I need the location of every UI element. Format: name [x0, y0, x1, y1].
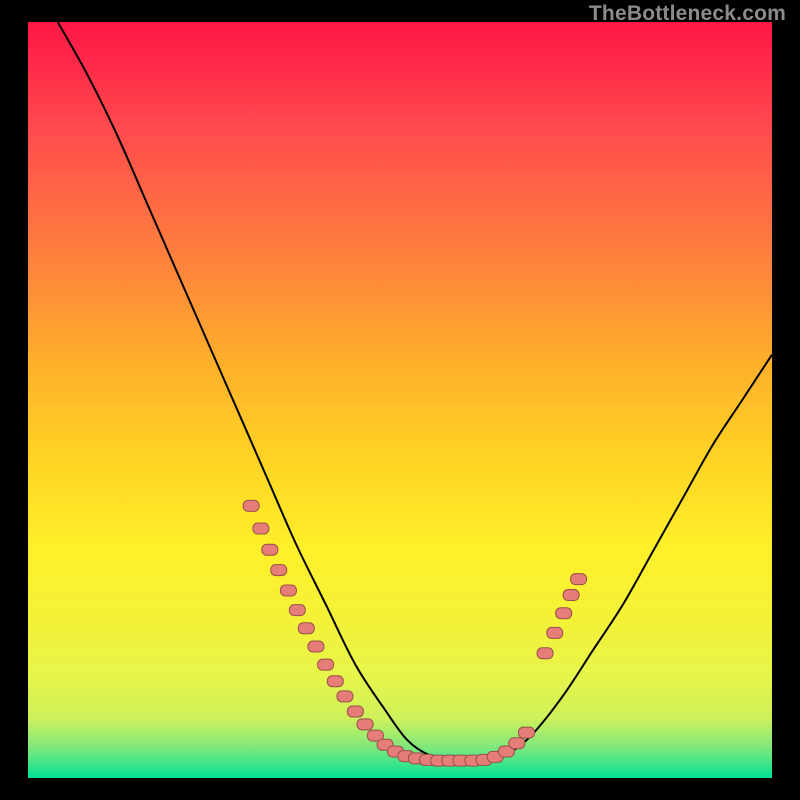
highlight-marker [289, 605, 305, 616]
highlight-marker [509, 738, 525, 749]
highlight-marker [337, 691, 353, 702]
highlight-marker [571, 574, 587, 585]
highlight-marker [556, 608, 572, 619]
highlight-marker [318, 659, 334, 670]
highlight-marker [357, 719, 373, 730]
highlight-marker [243, 500, 259, 511]
highlight-marker [563, 590, 579, 601]
curve-left [58, 22, 452, 759]
highlight-marker [537, 648, 553, 659]
highlight-marker [298, 623, 314, 634]
highlight-marker [347, 706, 363, 717]
highlight-marker [262, 544, 278, 555]
highlight-marker [308, 641, 324, 652]
highlight-marker [271, 565, 287, 576]
highlight-marker [518, 727, 534, 738]
highlight-marker [547, 627, 563, 638]
curve-right [489, 355, 772, 759]
highlight-marker [280, 585, 296, 596]
highlight-marker [253, 523, 269, 534]
highlight-marker [327, 676, 343, 687]
bottleneck-chart [28, 22, 772, 778]
